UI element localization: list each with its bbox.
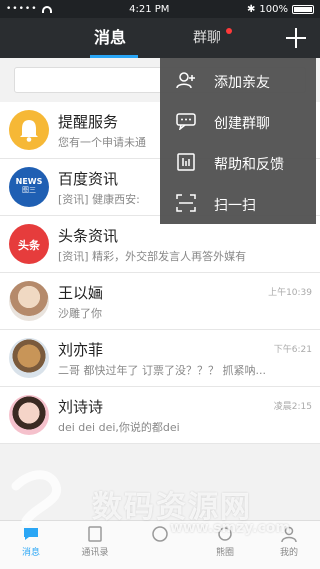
news-logo: NEWS 图三 bbox=[15, 177, 43, 194]
battery-icon bbox=[291, 4, 314, 14]
tabbar-item-moments[interactable]: 熊圈 bbox=[200, 525, 250, 558]
bottom-tab-bar: 消息 通讯录 熊圈 我的 bbox=[0, 520, 320, 569]
tabbar-item-center[interactable] bbox=[135, 525, 185, 545]
menu-label: 扫一扫 bbox=[214, 198, 256, 214]
group-chat-icon bbox=[176, 113, 196, 130]
tabbar-item-me[interactable]: 我的 bbox=[264, 525, 314, 558]
menu-label: 添加亲友 bbox=[214, 75, 270, 91]
message-time: 上午10:39 bbox=[268, 288, 312, 298]
moments-icon bbox=[218, 527, 232, 541]
contacts-icon bbox=[88, 526, 102, 542]
top-nav: 消息 群聊 bbox=[0, 18, 320, 58]
menu-item-help-feedback[interactable]: 帮助和反馈 bbox=[160, 142, 316, 183]
tabbar-item-messages[interactable]: 消息 bbox=[6, 525, 56, 558]
add-friend-icon bbox=[176, 72, 195, 89]
status-bar: ••••• 4:21 PM ✱ 100% bbox=[0, 0, 320, 18]
list-item[interactable]: 刘诗诗 dei dei dei,你说的都dei 凌晨2:15 bbox=[0, 387, 320, 444]
compose-icon bbox=[152, 526, 168, 542]
contact-name: 提醒服务 bbox=[58, 113, 119, 131]
message-preview: [资讯] 精彩，外交部发言人再答外媒有 bbox=[58, 250, 247, 263]
avatar: NEWS 图三 bbox=[9, 167, 49, 207]
help-feedback-icon bbox=[177, 153, 195, 171]
contact-name: 百度资讯 bbox=[58, 170, 119, 188]
tab-groups[interactable]: 群聊 bbox=[193, 18, 221, 58]
profile-icon bbox=[281, 526, 297, 543]
wifi-icon bbox=[41, 5, 52, 13]
add-menu-popup: 添加亲友 创建群聊 帮助和反馈 扫一扫 bbox=[160, 58, 316, 224]
list-item[interactable]: 王以婳 沙雕了你 上午10:39 bbox=[0, 273, 320, 330]
battery-percent: 100% bbox=[259, 3, 288, 15]
contact-name: 头条资讯 bbox=[58, 227, 119, 245]
message-time: 下午6:21 bbox=[273, 345, 312, 355]
avatar bbox=[9, 110, 49, 150]
signal-dots: ••••• bbox=[6, 4, 38, 14]
message-preview: 二哥 都快过年了 订票了没？？？ 抓紧呐... bbox=[58, 364, 266, 377]
bell-icon bbox=[20, 120, 38, 142]
avatar bbox=[9, 338, 49, 378]
message-time: 凌晨2:15 bbox=[273, 402, 312, 412]
message-preview: dei dei dei,你说的都dei bbox=[58, 421, 180, 434]
menu-label: 创建群聊 bbox=[214, 116, 270, 132]
plus-icon[interactable] bbox=[282, 24, 310, 52]
unread-dot bbox=[226, 28, 232, 34]
avatar bbox=[9, 395, 49, 435]
message-preview: 沙雕了你 bbox=[58, 307, 102, 320]
list-item[interactable]: 头条 头条资讯 [资讯] 精彩，外交部发言人再答外媒有 bbox=[0, 216, 320, 273]
toutiao-logo: 头条 bbox=[18, 239, 40, 252]
tabbar-item-contacts[interactable]: 通讯录 bbox=[70, 525, 120, 558]
menu-item-add-friend[interactable]: 添加亲友 bbox=[160, 60, 316, 101]
bluetooth-icon: ✱ bbox=[247, 3, 256, 15]
contact-name: 王以婳 bbox=[58, 284, 104, 302]
status-time: 4:21 PM bbox=[129, 3, 170, 15]
menu-item-create-group[interactable]: 创建群聊 bbox=[160, 101, 316, 142]
tab-messages[interactable]: 消息 bbox=[94, 18, 126, 58]
scan-icon bbox=[176, 194, 196, 212]
menu-label: 帮助和反馈 bbox=[214, 157, 284, 173]
chat-icon bbox=[24, 528, 38, 540]
menu-item-scan[interactable]: 扫一扫 bbox=[160, 183, 316, 224]
list-item[interactable]: 刘亦菲 二哥 都快过年了 订票了没？？？ 抓紧呐... 下午6:21 bbox=[0, 330, 320, 387]
avatar bbox=[9, 281, 49, 321]
contact-name: 刘诗诗 bbox=[58, 398, 104, 416]
contact-name: 刘亦菲 bbox=[58, 341, 104, 359]
avatar: 头条 bbox=[9, 224, 49, 264]
